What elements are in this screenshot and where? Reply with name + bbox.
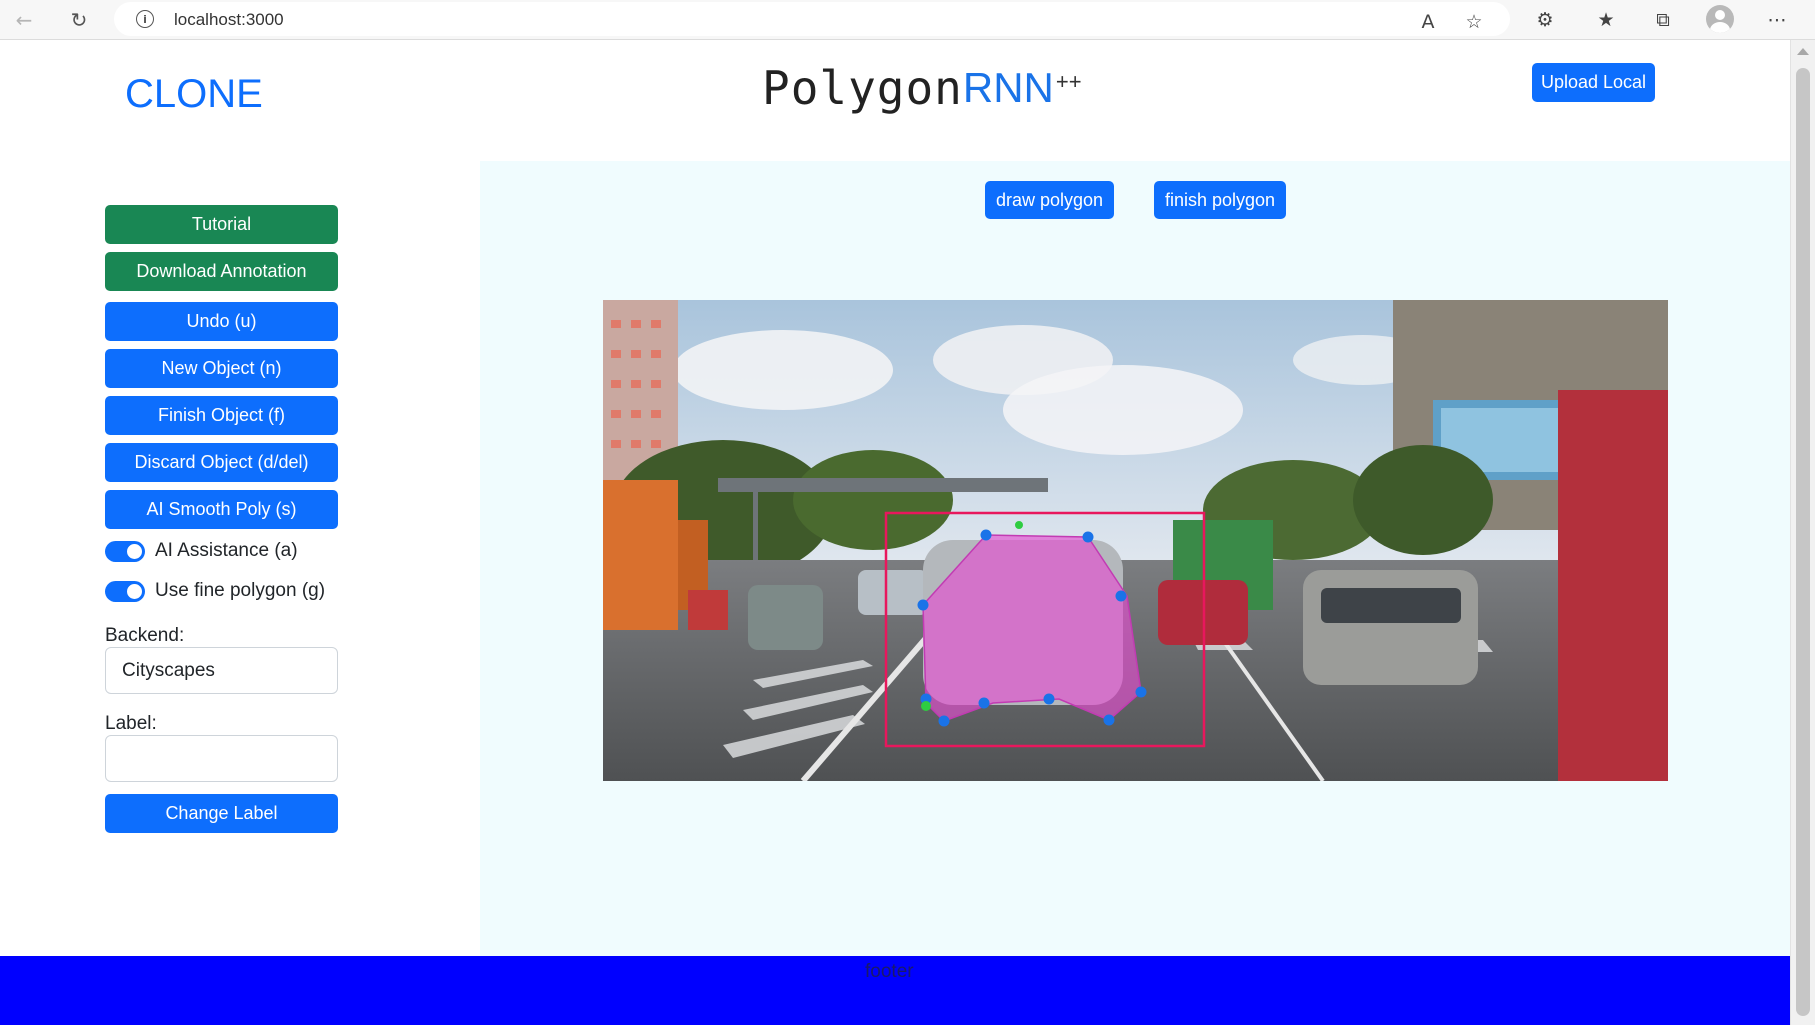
- footer-text: footer: [865, 961, 914, 982]
- logo-polygon-text: Polygon: [762, 61, 963, 115]
- profile-avatar-icon[interactable]: [1706, 5, 1734, 33]
- polygonrnn-logo: Polygon RNN ++: [762, 60, 1082, 126]
- scroll-up-arrow-icon[interactable]: [1797, 48, 1809, 55]
- ai-smooth-poly-button[interactable]: AI Smooth Poly (s): [105, 490, 338, 529]
- fine-polygon-toggle-row: Use fine polygon (g): [105, 580, 325, 602]
- clone-title: CLONE: [125, 72, 263, 116]
- start-vertex-handle[interactable]: [921, 701, 931, 711]
- ai-assistance-label: AI Assistance (a): [155, 540, 298, 561]
- car-silver-left: [748, 585, 823, 650]
- favorite-add-icon[interactable]: ☆: [1460, 8, 1488, 36]
- undo-button[interactable]: Undo (u): [105, 302, 338, 341]
- car-window: [1321, 588, 1461, 623]
- upload-local-button[interactable]: Upload Local: [1532, 63, 1655, 102]
- new-object-button[interactable]: New Object (n): [105, 349, 338, 388]
- vertex-handle[interactable]: [938, 715, 950, 727]
- ai-assistance-switch[interactable]: [105, 540, 145, 562]
- discard-object-button[interactable]: Discard Object (d/del): [105, 443, 338, 482]
- street-scene-canvas[interactable]: [603, 300, 1668, 781]
- truck-orange: [603, 480, 678, 630]
- sign-gantry: [718, 478, 1048, 492]
- backend-label: Backend:: [105, 625, 185, 646]
- favorites-icon[interactable]: ★: [1592, 6, 1620, 34]
- trees-mid: [793, 450, 953, 550]
- logo-rnn-text: RNN: [962, 64, 1054, 111]
- logo-plusplus-text: ++: [1055, 69, 1082, 94]
- trees-far-right: [1353, 445, 1493, 555]
- collections-icon[interactable]: ⧉: [1649, 6, 1677, 34]
- backend-field[interactable]: Cityscapes: [105, 647, 338, 694]
- car-van: [858, 570, 928, 615]
- site-info-icon[interactable]: i: [136, 10, 154, 28]
- vertex-handle[interactable]: [980, 529, 992, 541]
- draw-polygon-button[interactable]: draw polygon: [985, 181, 1114, 219]
- fine-polygon-label: Use fine polygon (g): [155, 580, 326, 601]
- read-aloud-icon[interactable]: A: [1414, 8, 1442, 36]
- extensions-icon[interactable]: ⚙: [1531, 6, 1559, 34]
- address-bar[interactable]: i localhost:3000 A ☆: [114, 2, 1510, 36]
- vertex-handle[interactable]: [1135, 686, 1147, 698]
- finish-polygon-button[interactable]: finish polygon: [1154, 181, 1286, 219]
- finish-object-button[interactable]: Finish Object (f): [105, 396, 338, 435]
- back-arrow-icon[interactable]: ←: [10, 6, 38, 34]
- vertex-handle[interactable]: [1043, 693, 1055, 705]
- vertex-handle[interactable]: [1082, 531, 1094, 543]
- cloud: [673, 330, 893, 410]
- van-red-right: [1558, 390, 1668, 781]
- cloud: [1003, 365, 1243, 455]
- label-label: Label:: [105, 713, 157, 734]
- page-scrollbar[interactable]: [1790, 40, 1815, 1025]
- label-input[interactable]: [105, 735, 338, 782]
- download-annotation-button[interactable]: Download Annotation: [105, 252, 338, 291]
- reload-icon[interactable]: ↻: [65, 6, 93, 34]
- vertex-handle[interactable]: [917, 599, 929, 611]
- vertex-handle[interactable]: [1103, 714, 1115, 726]
- tutorial-button[interactable]: Tutorial: [105, 205, 338, 244]
- car-red-left: [688, 590, 728, 630]
- change-label-button[interactable]: Change Label: [105, 794, 338, 833]
- vertex-handle[interactable]: [1115, 590, 1127, 602]
- annotation-image[interactable]: [603, 300, 1668, 781]
- ai-assistance-toggle-row: AI Assistance (a): [105, 540, 298, 562]
- url-text[interactable]: localhost:3000: [174, 10, 284, 30]
- vertex-handle[interactable]: [978, 697, 990, 709]
- gantry-post: [753, 490, 758, 570]
- browser-toolbar: ← ↻ i localhost:3000 A ☆ ⚙ ★ ⧉ ⋯: [0, 0, 1815, 40]
- more-menu-icon[interactable]: ⋯: [1763, 6, 1791, 34]
- traffic-light-green: [1015, 521, 1023, 529]
- car-silver-right: [1303, 570, 1478, 685]
- scrollbar-thumb[interactable]: [1796, 68, 1810, 1016]
- fine-polygon-switch[interactable]: [105, 580, 145, 602]
